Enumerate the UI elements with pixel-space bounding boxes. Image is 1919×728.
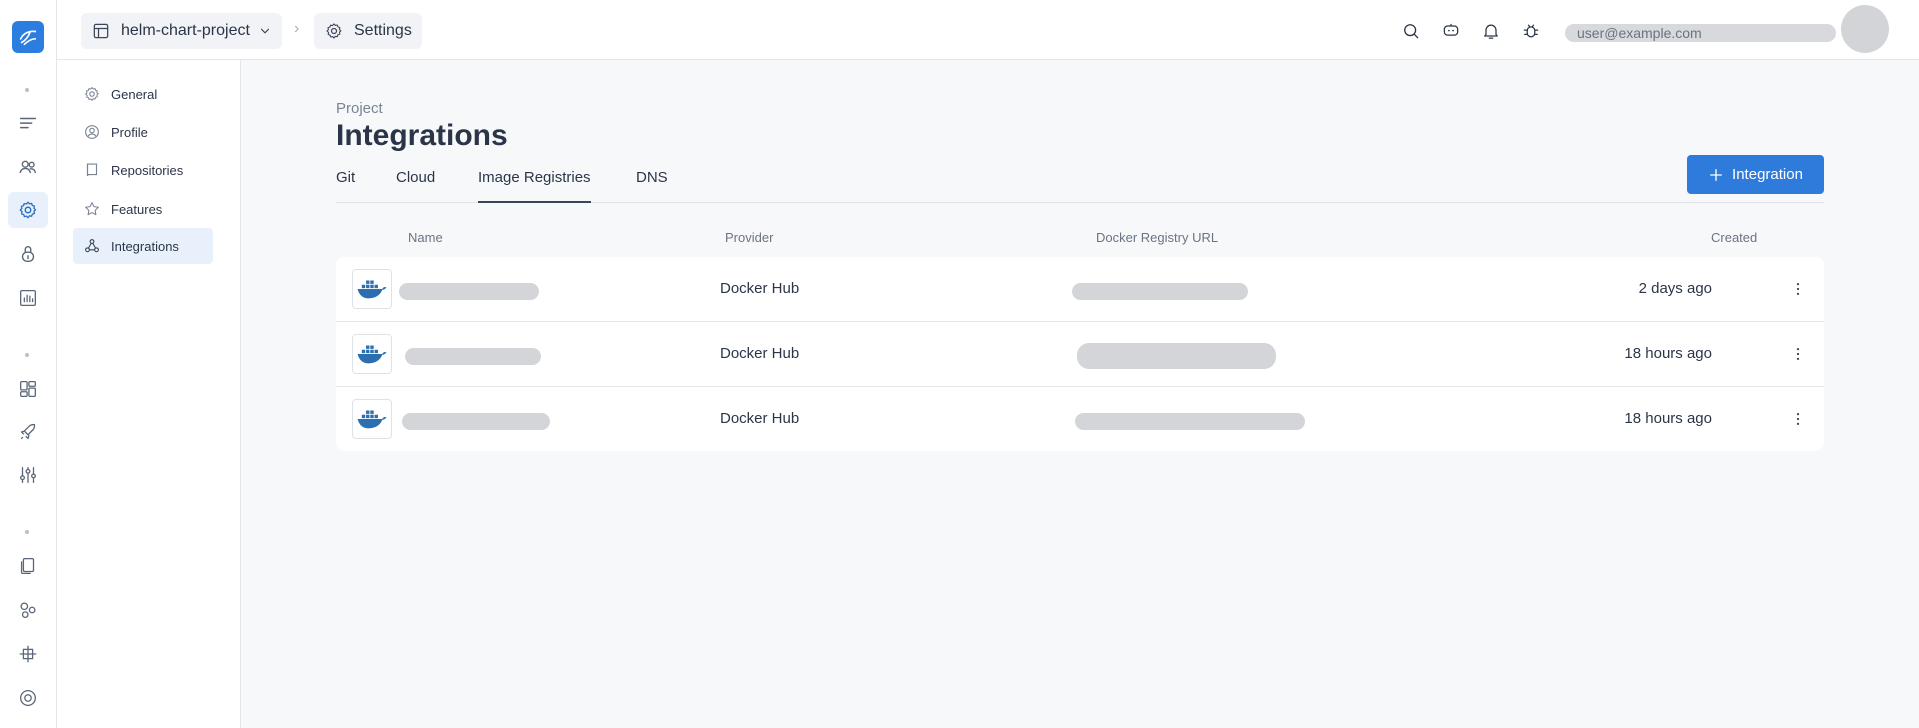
- registry-url-cell: [1072, 283, 1248, 300]
- sidebar-item-label: General: [111, 86, 158, 102]
- row-menu-button[interactable]: [1786, 407, 1810, 431]
- breadcrumb-separator: ›: [294, 20, 300, 37]
- support-icon[interactable]: [8, 680, 48, 716]
- chat-icon[interactable]: [1440, 20, 1462, 42]
- rail-separator: [25, 353, 29, 357]
- dashboard-icon[interactable]: [8, 371, 48, 407]
- integration-name: [399, 283, 539, 300]
- top-bar: helm-chart-project › Settings user@examp…: [57, 0, 1919, 60]
- table-row[interactable]: Docker Hub 18 hours ago: [336, 322, 1824, 387]
- created-cell: 2 days ago: [1638, 280, 1712, 297]
- project-selector[interactable]: helm-chart-project: [81, 13, 282, 49]
- column-header-created: Created: [1711, 230, 1758, 245]
- rail-separator: [25, 88, 29, 92]
- sidebar-item-general[interactable]: General: [73, 76, 213, 112]
- row-menu-button[interactable]: [1786, 342, 1810, 366]
- rail-separator: [25, 530, 29, 534]
- docker-icon: [352, 334, 392, 374]
- kebab-icon: [1796, 283, 1800, 295]
- app-rail: [0, 0, 57, 728]
- bell-icon[interactable]: [1480, 20, 1502, 42]
- search-icon[interactable]: [1400, 20, 1422, 42]
- add-integration-button[interactable]: Integration: [1687, 155, 1824, 194]
- docker-icon: [352, 269, 392, 309]
- project-table-icon: [93, 23, 109, 39]
- add-integration-label: Integration: [1732, 166, 1803, 183]
- sidebar-item-repositories[interactable]: Repositories: [73, 152, 213, 188]
- tab-bar: Git Cloud Image Registries DNS: [336, 163, 1824, 203]
- pipelines-icon[interactable]: [8, 106, 48, 142]
- book-icon: [86, 163, 98, 177]
- integration-name: [402, 413, 550, 430]
- kebab-icon: [1796, 413, 1800, 425]
- sidebar-item-profile[interactable]: Profile: [73, 114, 213, 150]
- tab-dns[interactable]: DNS: [636, 169, 668, 203]
- integrations-icon: [85, 239, 99, 253]
- sliders-icon[interactable]: [8, 457, 48, 493]
- provider-cell: Docker Hub: [720, 345, 800, 362]
- provider-cell: Docker Hub: [720, 280, 800, 297]
- sidebar-item-features[interactable]: Features: [73, 191, 213, 227]
- registry-url-cell: [1077, 343, 1276, 369]
- settings-sidebar: General Profile Repositories Features In…: [57, 60, 241, 728]
- sidebar-item-label: Profile: [111, 124, 148, 140]
- page-eyebrow: Project: [336, 100, 383, 117]
- integration-name: [405, 348, 541, 365]
- tab-cloud[interactable]: Cloud: [396, 169, 435, 203]
- plugins-icon[interactable]: [8, 636, 48, 672]
- kebab-icon: [1796, 348, 1800, 360]
- app-logo-icon[interactable]: [12, 21, 44, 53]
- services-icon[interactable]: [8, 592, 48, 628]
- breadcrumb-settings[interactable]: Settings: [314, 13, 422, 49]
- table-row[interactable]: Docker Hub 18 hours ago: [336, 387, 1824, 452]
- page-title: Integrations: [336, 119, 508, 152]
- user-name[interactable]: user@example.com: [1565, 24, 1836, 42]
- star-icon: [85, 202, 99, 216]
- bug-icon[interactable]: [1520, 20, 1542, 42]
- sidebar-item-label: Repositories: [111, 162, 184, 178]
- tab-image-registries[interactable]: Image Registries: [478, 169, 591, 203]
- sidebar-item-label: Integrations: [111, 238, 179, 254]
- settings-icon[interactable]: [8, 192, 48, 228]
- created-cell: 18 hours ago: [1624, 410, 1712, 427]
- gear-icon: [326, 23, 342, 39]
- column-header-url: Docker Registry URL: [1096, 230, 1219, 245]
- user-circle-icon: [85, 125, 99, 139]
- row-menu-button[interactable]: [1786, 277, 1810, 301]
- table-row[interactable]: Docker Hub 2 days ago: [336, 257, 1824, 322]
- column-header-name: Name: [408, 230, 443, 245]
- avatar[interactable]: [1841, 5, 1889, 53]
- gear-icon: [84, 86, 99, 102]
- tab-git[interactable]: Git: [336, 169, 355, 203]
- provider-cell: Docker Hub: [720, 410, 800, 427]
- analytics-icon[interactable]: [8, 280, 48, 316]
- sidebar-item-label: Features: [111, 201, 163, 217]
- breadcrumb-label: Settings: [354, 22, 412, 39]
- plus-icon: [1710, 168, 1723, 181]
- integrations-table: Docker Hub 2 days ago Docker Hub 18 hour…: [336, 257, 1824, 451]
- created-cell: 18 hours ago: [1624, 345, 1712, 362]
- column-header-provider: Provider: [725, 230, 774, 245]
- documents-icon[interactable]: [8, 548, 48, 584]
- lock-icon[interactable]: [8, 236, 48, 272]
- docker-icon: [352, 399, 392, 439]
- team-icon[interactable]: [8, 149, 48, 185]
- sidebar-item-integrations[interactable]: Integrations: [73, 228, 213, 264]
- registry-url-cell: [1075, 413, 1305, 430]
- project-name: helm-chart-project: [121, 22, 250, 39]
- chevron-down-icon: [260, 28, 270, 34]
- rocket-icon[interactable]: [8, 414, 48, 450]
